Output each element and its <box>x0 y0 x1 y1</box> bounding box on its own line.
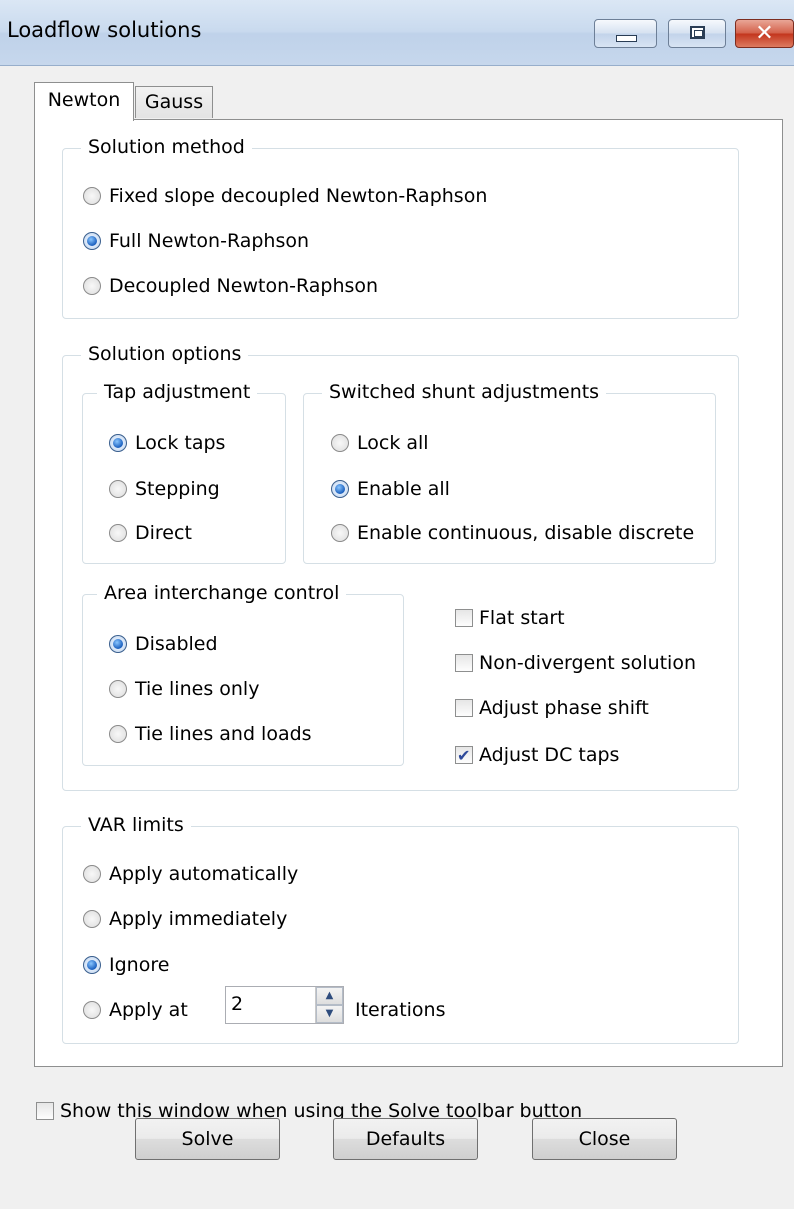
radio-label: Enable continuous, disable discrete <box>357 522 695 544</box>
radio-label: Tie lines and loads <box>135 723 312 745</box>
iterations-stepper[interactable]: 2 ▲ ▼ <box>225 986 344 1024</box>
minimize-button[interactable] <box>594 19 657 48</box>
maximize-icon <box>690 26 705 39</box>
radio-full-newton-raphson[interactable]: Full Newton-Raphson <box>83 229 309 253</box>
radio-button <box>109 480 127 498</box>
window-title: Loadflow solutions <box>7 18 202 42</box>
checkbox-box <box>455 654 473 672</box>
radio-button <box>83 187 101 205</box>
radio-tie-lines-only[interactable]: Tie lines only <box>109 677 259 701</box>
checkbox-box <box>455 699 473 717</box>
radio-button <box>331 524 349 542</box>
var-limits-legend: VAR limits <box>81 813 191 837</box>
radio-enable-all[interactable]: Enable all <box>331 477 450 501</box>
checkbox-flat-start[interactable]: Flat start <box>455 606 565 630</box>
radio-fixed-slope-decoupled[interactable]: Fixed slope decoupled Newton-Raphson <box>83 184 487 208</box>
radio-label: Decoupled Newton-Raphson <box>109 275 379 297</box>
tap-adjustment-legend: Tap adjustment <box>97 380 258 404</box>
radio-button <box>331 480 349 498</box>
radio-direct[interactable]: Direct <box>109 521 192 545</box>
iterations-value[interactable]: 2 <box>231 993 243 1015</box>
radio-label: Tie lines only <box>135 678 260 700</box>
radio-label: Ignore <box>109 954 170 976</box>
chevron-down-icon[interactable]: ▼ <box>316 1005 343 1023</box>
stepper-buttons: ▲ ▼ <box>315 987 343 1023</box>
radio-button <box>109 524 127 542</box>
defaults-button[interactable]: Defaults <box>333 1118 478 1160</box>
tab-gauss[interactable]: Gauss <box>135 86 213 118</box>
checkbox-adjust-dc-taps[interactable]: Adjust DC taps <box>455 743 620 768</box>
chevron-up-icon[interactable]: ▲ <box>316 987 343 1005</box>
radio-stepping[interactable]: Stepping <box>109 477 220 501</box>
radio-label: Apply immediately <box>109 908 288 930</box>
radio-button <box>83 232 101 250</box>
radio-button <box>83 1001 101 1019</box>
radio-label: Apply at <box>109 999 188 1021</box>
radio-button <box>109 635 127 653</box>
radio-button <box>109 434 127 452</box>
radio-label: Stepping <box>135 478 220 500</box>
radio-apply-immediately[interactable]: Apply immediately <box>83 907 287 931</box>
close-window-button[interactable]: ✕ <box>735 19 794 48</box>
checkbox-box <box>36 1102 54 1120</box>
checkbox-label: Flat start <box>479 607 565 629</box>
radio-tie-lines-and-loads[interactable]: Tie lines and loads <box>109 722 312 746</box>
radio-button <box>109 725 127 743</box>
maximize-button[interactable] <box>668 19 726 48</box>
radio-apply-at[interactable]: Apply at <box>83 998 188 1022</box>
checkbox-box <box>455 609 473 627</box>
radio-button <box>83 277 101 295</box>
switched-shunt-legend: Switched shunt adjustments <box>322 380 607 404</box>
radio-label: Disabled <box>135 633 218 655</box>
radio-label: Lock taps <box>135 432 226 454</box>
title-bar: Loadflow solutions ✕ <box>0 0 794 66</box>
radio-label: Enable all <box>357 478 450 500</box>
close-button[interactable]: Close <box>532 1118 677 1160</box>
radio-button <box>83 956 101 974</box>
radio-label: Lock all <box>357 432 429 454</box>
radio-ignore[interactable]: Ignore <box>83 953 169 977</box>
radio-lock-taps[interactable]: Lock taps <box>109 431 225 455</box>
checkmark-icon <box>455 744 473 768</box>
solution-options-legend: Solution options <box>81 342 249 366</box>
checkbox-adjust-phase-shift[interactable]: Adjust phase shift <box>455 696 649 720</box>
minimize-icon <box>616 35 637 42</box>
area-interchange-legend: Area interchange control <box>97 581 347 605</box>
radio-label: Direct <box>135 522 192 544</box>
radio-button <box>109 680 127 698</box>
radio-button <box>83 910 101 928</box>
radio-lock-all[interactable]: Lock all <box>331 431 429 455</box>
radio-enable-continuous[interactable]: Enable continuous, disable discrete <box>331 521 694 545</box>
solve-button[interactable]: Solve <box>135 1118 280 1160</box>
radio-label: Apply automatically <box>109 863 299 885</box>
radio-button <box>331 434 349 452</box>
radio-decoupled-newton-raphson[interactable]: Decoupled Newton-Raphson <box>83 274 378 298</box>
checkbox-show-window[interactable]: Show this window when using the Solve to… <box>36 1099 582 1123</box>
radio-apply-automatically[interactable]: Apply automatically <box>83 862 298 886</box>
radio-label: Fixed slope decoupled Newton-Raphson <box>109 185 488 207</box>
radio-label: Full Newton-Raphson <box>109 230 310 252</box>
checkbox-label: Adjust DC taps <box>479 744 620 766</box>
checkbox-label: Adjust phase shift <box>479 697 649 719</box>
radio-disabled[interactable]: Disabled <box>109 632 218 656</box>
checkbox-label: Non-divergent solution <box>479 652 697 674</box>
checkbox-non-divergent[interactable]: Non-divergent solution <box>455 651 696 675</box>
tab-newton[interactable]: Newton <box>34 82 134 121</box>
close-icon: ✕ <box>755 21 774 46</box>
radio-button <box>83 865 101 883</box>
solution-method-legend: Solution method <box>81 135 252 159</box>
iterations-label: Iterations <box>355 999 446 1021</box>
